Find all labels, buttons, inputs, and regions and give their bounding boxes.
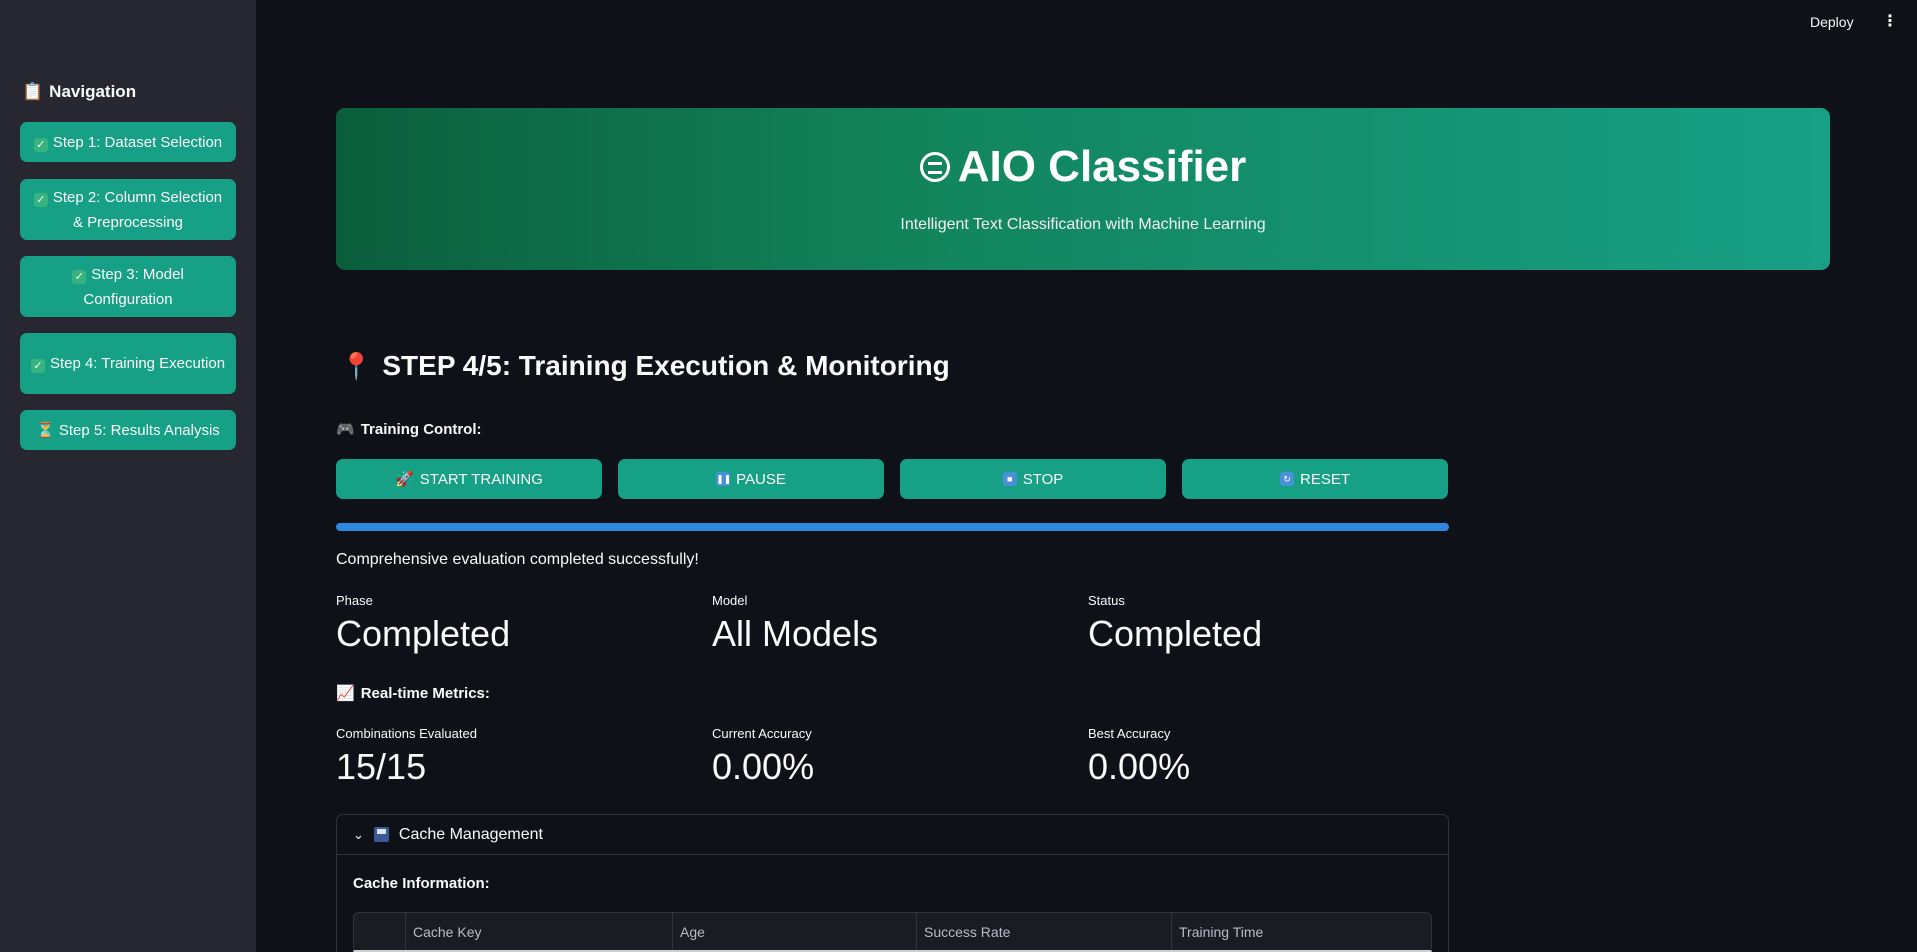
floppy-disk-icon [373, 827, 389, 842]
pause-icon: ❚❚ [716, 472, 732, 486]
realtime-metrics-label: 📈 Real-time Metrics: [336, 684, 490, 703]
column-header[interactable]: Training Time [1172, 913, 1431, 950]
sidebar-item-model-configuration[interactable]: ✓ Step 3: Model Configuration [20, 256, 236, 317]
hero-banner: AIO Classifier Intelligent Text Classifi… [336, 108, 1830, 270]
reset-button[interactable]: ↻ RESET [1182, 459, 1448, 499]
column-header[interactable]: Age [673, 913, 917, 950]
app-subtitle: Intelligent Text Classification with Mac… [900, 216, 1266, 233]
app-title: AIO Classifier [336, 142, 1830, 192]
cache-management-toggle[interactable]: ⌄ Cache Management [337, 815, 1448, 855]
reset-icon: ↻ [1279, 472, 1294, 486]
metric-label: Status [1088, 593, 1125, 608]
sidebar-item-dataset-selection[interactable]: ✓ Step 1: Dataset Selection [20, 122, 236, 162]
sidebar-item-results-analysis[interactable]: ⏳ Step 5: Results Analysis [20, 410, 236, 450]
metric-value: Completed [1088, 613, 1263, 654]
clipboard-icon: 📋 [22, 82, 44, 101]
metric-value: 15/15 [336, 746, 427, 787]
metric-label: Current Accuracy [712, 726, 812, 741]
cache-management-expander: ⌄ Cache Management Cache Information: Ca… [336, 814, 1449, 952]
metric-status: Status Completed [1088, 593, 1262, 654]
metric-model: Model All Models [712, 593, 878, 654]
metric-label: Phase [336, 593, 373, 608]
chart-increasing-icon: 📈 [336, 685, 355, 702]
check-icon: ✓ [33, 137, 48, 152]
gamepad-icon: 🎮 [336, 421, 355, 438]
progress-bar [336, 523, 1449, 531]
stop-icon: ■ [1002, 472, 1017, 486]
metric-label: Best Accuracy [1088, 726, 1171, 741]
pause-button[interactable]: ❚❚ PAUSE [618, 459, 884, 499]
deploy-button[interactable]: Deploy [1810, 14, 1854, 30]
cache-info-label: Cache Information: [353, 875, 490, 892]
metric-value: All Models [712, 613, 879, 654]
pin-icon: 📍 [340, 350, 373, 381]
check-icon: ✓ [33, 192, 48, 207]
sidebar-item-training-execution[interactable]: ✓ Step 4: Training Execution [20, 333, 236, 394]
robot-icon [919, 152, 950, 182]
rocket-icon: 🚀 [395, 471, 414, 488]
metric-phase: Phase Completed [336, 593, 510, 654]
cache-table-header: Cache Key Age Success Rate Training Time [353, 912, 1432, 952]
status-message: Comprehensive evaluation completed succe… [336, 551, 699, 568]
metric-value: Completed [336, 613, 511, 654]
sidebar: 📋 Navigation ✓ Step 1: Dataset Selection … [0, 0, 256, 952]
column-header[interactable] [354, 913, 406, 950]
start-training-button[interactable]: 🚀 START TRAINING [336, 459, 602, 499]
chevron-down-icon: ⌄ [353, 826, 364, 842]
metric-label: Model [712, 593, 748, 608]
sidebar-item-column-selection[interactable]: ✓ Step 2: Column Selection & Preprocessin… [20, 179, 236, 240]
check-icon: ✓ [72, 269, 87, 284]
more-vertical-icon[interactable]: ⋮ [1882, 14, 1898, 30]
column-header[interactable]: Cache Key [406, 913, 673, 950]
column-header[interactable]: Success Rate [917, 913, 1172, 950]
stop-button[interactable]: ■ STOP [900, 459, 1166, 499]
metric-best-accuracy: Best Accuracy 0.00% [1088, 726, 1190, 787]
sidebar-title: 📋 Navigation [22, 82, 137, 101]
metric-value: 0.00% [1088, 746, 1191, 787]
training-control-label: 🎮 Training Control: [336, 420, 482, 439]
page-title: 📍 STEP 4/5: Training Execution & Monitor… [340, 350, 950, 381]
metric-current-accuracy: Current Accuracy 0.00% [712, 726, 814, 787]
metric-combinations: Combinations Evaluated 15/15 [336, 726, 477, 787]
progress-fill [336, 523, 1449, 531]
hourglass-icon: ⏳ [36, 421, 55, 439]
check-icon: ✓ [30, 359, 45, 373]
metric-label: Combinations Evaluated [336, 726, 477, 741]
metric-value: 0.00% [712, 746, 815, 787]
